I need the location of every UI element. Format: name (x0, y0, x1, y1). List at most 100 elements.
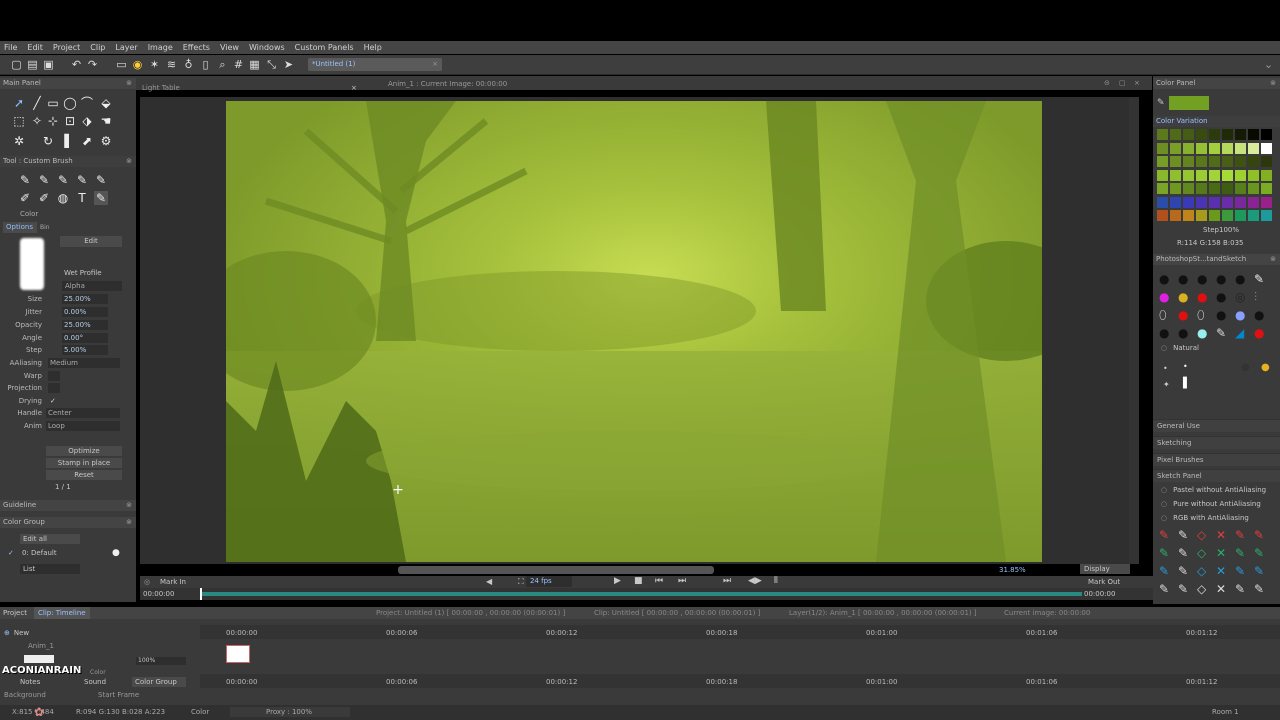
color-swatch[interactable] (1183, 210, 1194, 221)
mark-in-label[interactable]: Mark In (160, 578, 186, 586)
grid-icon[interactable]: # (232, 58, 245, 71)
brush-preset-icon[interactable]: ⫶ (1254, 290, 1257, 305)
window-min-icon[interactable]: ⊝ (1104, 79, 1110, 87)
color-swatch[interactable] (1170, 210, 1181, 221)
color-swatch[interactable] (1183, 142, 1194, 154)
dot-brush-icon[interactable]: ● (1261, 362, 1270, 373)
background-layer[interactable]: Background (4, 691, 46, 699)
color-swatch[interactable] (1261, 183, 1272, 194)
brush-preset-icon[interactable]: ● (1159, 326, 1169, 340)
sketch-tool-icon[interactable]: ✎ (1159, 582, 1169, 596)
section-pixel-brushes[interactable]: Pixel Brushes (1153, 453, 1280, 466)
color-swatch[interactable] (1157, 210, 1168, 221)
cross-tool-icon[interactable]: ✲ (12, 134, 26, 148)
hand-icon[interactable]: ☚ (99, 114, 113, 128)
color-swatch[interactable] (1261, 169, 1272, 181)
room-selector[interactable]: Room 1 (1212, 708, 1239, 716)
close-icon[interactable]: ⊗ (1270, 78, 1276, 89)
sketch-tool-icon[interactable]: ✎ (1254, 582, 1264, 596)
color-swatch[interactable] (1209, 210, 1220, 221)
color-swatch[interactable] (1170, 183, 1181, 194)
edit-button[interactable]: Edit (60, 236, 122, 247)
color-swatch[interactable] (1183, 156, 1194, 167)
fullscreen-icon[interactable]: ⛶ (518, 577, 524, 587)
menu-windows[interactable]: Windows (249, 43, 285, 52)
color-wheel-icon[interactable]: ◉ (131, 58, 144, 71)
sketch-tool-icon[interactable]: ✎ (1159, 528, 1169, 542)
param-value[interactable]: 25.00% (62, 294, 108, 304)
color-swatch[interactable] (1209, 183, 1220, 194)
close-icon[interactable]: ⊗ (126, 500, 132, 511)
color-swatch[interactable] (1183, 169, 1194, 181)
window-close-icon[interactable]: × (1134, 79, 1140, 87)
brush-preset-icon[interactable]: ● (1159, 290, 1169, 304)
default-check-icon[interactable]: ✓ (8, 549, 14, 557)
color-swatch[interactable] (1248, 183, 1259, 194)
brush-preset-icon[interactable]: ● (1178, 290, 1188, 304)
sketch-tool-icon[interactable]: ✕ (1216, 564, 1226, 578)
open-folder-icon[interactable]: ▤ (26, 58, 39, 71)
brush-tip-preview[interactable] (20, 238, 44, 290)
color-swatch[interactable] (1235, 196, 1246, 208)
color-swatch[interactable] (1170, 156, 1181, 167)
sketch-tool-icon[interactable]: ✎ (1178, 546, 1188, 560)
menu-file[interactable]: File (4, 43, 17, 52)
optimize-button[interactable]: Optimize (46, 446, 122, 456)
color-swatch[interactable] (1248, 142, 1259, 154)
brush-preset-icon[interactable]: ✎ (75, 173, 89, 187)
color-swatch[interactable] (1248, 129, 1259, 140)
menu-custom-panels[interactable]: Custom Panels (295, 43, 354, 52)
param-value[interactable]: ✓ (48, 396, 60, 406)
scrub-bar[interactable]: 00:00:00 00:00:00 (140, 588, 1153, 600)
color-swatch[interactable] (1157, 196, 1168, 208)
brush-preset-icon[interactable]: ◢ (1235, 326, 1244, 340)
param-value[interactable]: 25.00% (62, 320, 108, 330)
brush-preset-icon[interactable]: ✎ (1254, 272, 1264, 286)
lasso-icon[interactable]: ⌒ (80, 96, 94, 110)
brush-preset-icon[interactable]: ◎ (1235, 290, 1245, 304)
menu-effects[interactable]: Effects (183, 43, 210, 52)
sketch-tool-icon[interactable]: ✎ (1235, 546, 1245, 560)
brush-preset-icon[interactable]: ● (1216, 290, 1226, 304)
zoom-level[interactable]: 31.85% (975, 566, 1026, 574)
param-value[interactable]: 5.00% (62, 345, 108, 355)
new-layer[interactable]: ⊕ New (4, 629, 29, 637)
transform-icon[interactable]: ⤡ (265, 58, 278, 71)
search-icon[interactable]: ⌕ (216, 58, 229, 71)
default-group[interactable]: 0: Default (22, 549, 57, 557)
color-swatch[interactable] (1209, 169, 1220, 181)
sketch-tool-icon[interactable]: ✎ (1159, 564, 1169, 578)
param-value[interactable]: Medium (48, 358, 120, 368)
text-icon[interactable]: T (75, 191, 89, 205)
eyedropper-icon[interactable]: ✎ (1157, 98, 1165, 108)
tab-bin[interactable]: Bin (40, 224, 50, 231)
tab-clip-timeline[interactable]: Clip: Timeline (34, 607, 90, 619)
param-value[interactable]: 0.00% (62, 307, 108, 317)
color-swatch[interactable] (1235, 156, 1246, 167)
menu-project[interactable]: Project (53, 43, 80, 52)
mark-out-label[interactable]: Mark Out (1088, 578, 1120, 586)
scrub-track[interactable] (202, 592, 1082, 596)
param-value[interactable] (48, 383, 60, 393)
color-swatch[interactable] (1157, 129, 1168, 140)
magic-wand-icon[interactable]: ✧ (30, 114, 44, 128)
airbrush-icon[interactable]: ✐ (18, 191, 32, 205)
brush-preset-icon[interactable]: ● (1216, 308, 1226, 322)
brush-preset-icon[interactable]: ✎ (1216, 326, 1226, 340)
brush-preset-icon[interactable]: ● (1254, 308, 1264, 322)
color-swatch[interactable] (1196, 210, 1207, 221)
color-swatch[interactable] (1209, 156, 1220, 167)
sketch-tool-icon[interactable]: ✕ (1216, 582, 1226, 596)
brush-preset-icon[interactable]: ● (1197, 272, 1207, 286)
alpha-select[interactable]: Alpha (62, 281, 122, 291)
color-swatch[interactable] (1235, 129, 1246, 140)
sound-track[interactable]: Sound (84, 678, 106, 686)
brush-preset-icon[interactable]: ✎ (56, 173, 70, 187)
close-icon[interactable]: ⊗ (1270, 254, 1276, 265)
color-swatch[interactable] (1222, 169, 1233, 181)
play-icon[interactable]: ▶ (614, 576, 621, 586)
color-swatch[interactable] (1183, 129, 1194, 140)
menu-view[interactable]: View (220, 43, 239, 52)
first-frame-icon[interactable]: ⏮ (655, 576, 663, 586)
brush-preset-icon[interactable]: ● (1178, 308, 1188, 322)
